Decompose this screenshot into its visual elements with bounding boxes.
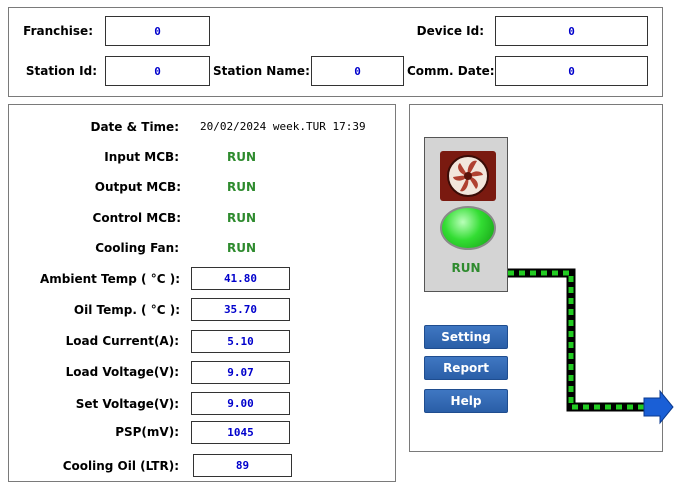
help-button[interactable]: Help xyxy=(424,389,508,413)
device-panel: RUN Setting Report Help xyxy=(409,104,674,452)
cooling-oil-label: Cooling Oil (LTR): xyxy=(62,459,179,473)
cooling-fan-status: RUN xyxy=(227,241,257,255)
arrow-right-icon xyxy=(643,389,674,425)
load-voltage-field: 9.07 xyxy=(191,361,290,384)
comm-date-label: Comm. Date: xyxy=(407,64,495,78)
franchise-label: Franchise: xyxy=(23,24,93,38)
status-indicator-light xyxy=(440,206,496,250)
psp-label: PSP(mV): xyxy=(115,425,179,439)
control-mcb-label: Control MCB: xyxy=(92,211,181,225)
header-panel: Franchise: 0 Device Id: 0 Station Id: 0 … xyxy=(8,7,663,97)
device-unit: RUN xyxy=(424,137,508,292)
station-id-field: 0 xyxy=(105,56,210,86)
fan-icon xyxy=(440,151,496,201)
datetime-value: 20/02/2024 week.TUR 17:39 xyxy=(200,120,366,133)
station-name-label: Station Name: xyxy=(213,64,310,78)
ambient-temp-label: Ambient Temp ( °C ): xyxy=(39,272,180,286)
set-voltage-label: Set Voltage(V): xyxy=(75,397,179,411)
load-current-label: Load Current(A): xyxy=(65,334,179,348)
cooling-fan-label: Cooling Fan: xyxy=(95,241,179,255)
franchise-field: 0 xyxy=(105,16,210,46)
oil-temp-field: 35.70 xyxy=(191,298,290,321)
ambient-temp-field: 41.80 xyxy=(191,267,290,290)
cooling-oil-field: 89 xyxy=(193,454,292,477)
datetime-label: Date & Time: xyxy=(90,120,180,134)
psp-field: 1045 xyxy=(191,421,290,444)
device-id-field: 0 xyxy=(495,16,648,46)
load-voltage-label: Load Voltage(V): xyxy=(65,365,179,379)
station-id-label: Station Id: xyxy=(25,64,97,78)
output-mcb-status: RUN xyxy=(227,180,257,194)
station-name-field: 0 xyxy=(311,56,404,86)
device-id-label: Device Id: xyxy=(416,24,484,38)
input-mcb-label: Input MCB: xyxy=(104,150,179,164)
oil-temp-label: Oil Temp. ( °C ): xyxy=(73,303,180,317)
status-panel: Date & Time: 20/02/2024 week.TUR 17:39 I… xyxy=(8,104,396,482)
input-mcb-status: RUN xyxy=(227,150,257,164)
set-voltage-field: 9.00 xyxy=(191,392,290,415)
device-status-text: RUN xyxy=(451,261,481,275)
control-mcb-status: RUN xyxy=(227,211,257,225)
load-current-field: 5.10 xyxy=(191,330,290,353)
setting-button[interactable]: Setting xyxy=(424,325,508,349)
comm-date-field: 0 xyxy=(495,56,648,86)
report-button[interactable]: Report xyxy=(424,356,508,380)
output-mcb-label: Output MCB: xyxy=(94,180,181,194)
